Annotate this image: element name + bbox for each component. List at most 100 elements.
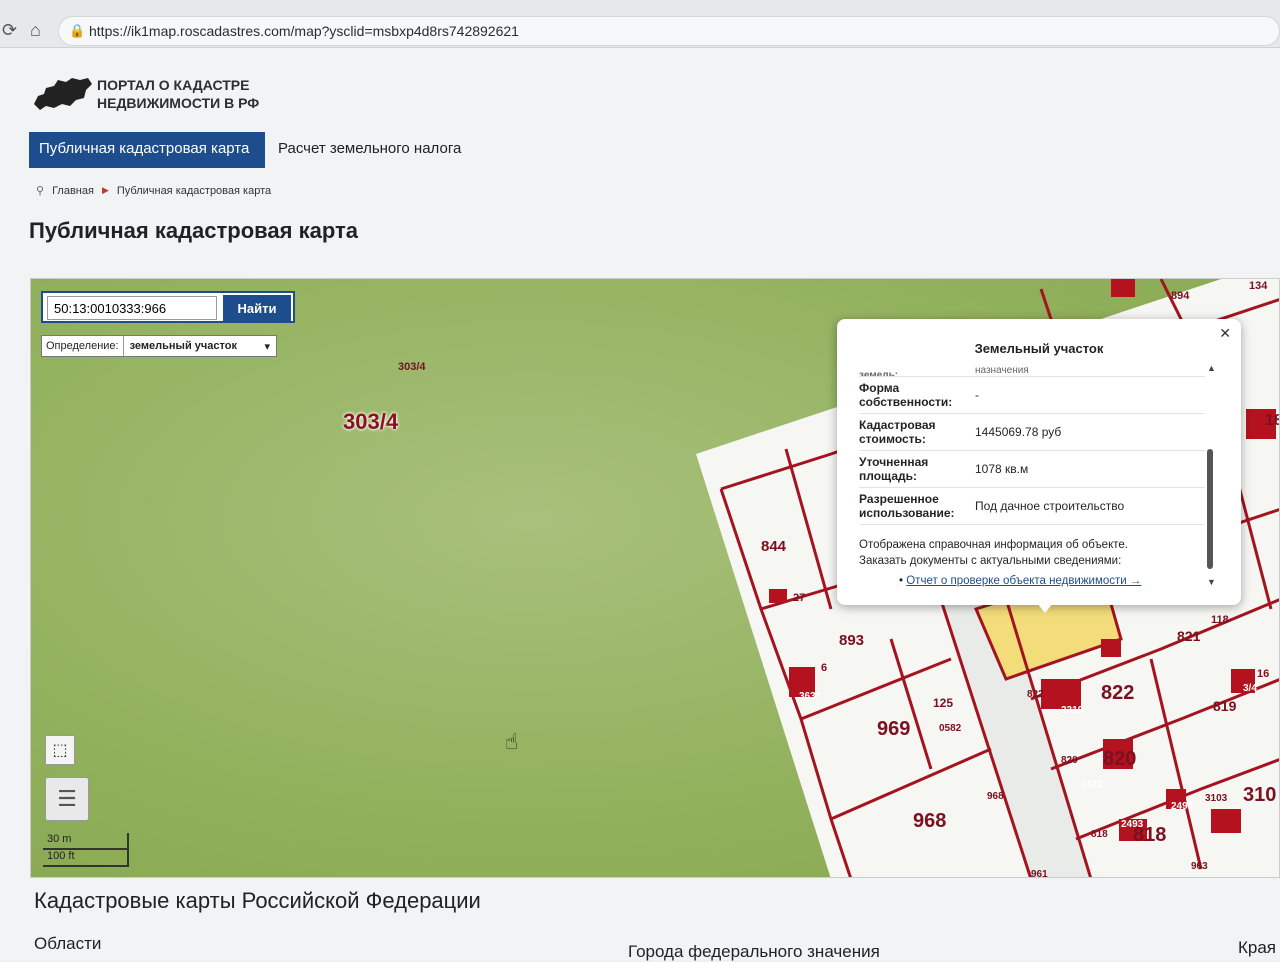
regions-heading: Области [34, 934, 102, 953]
popup-scrollbar[interactable]: ▲ ▼ [1207, 363, 1216, 587]
map-pin-icon: ⚲ [36, 185, 45, 197]
definition-value: земельный участок [129, 339, 237, 352]
search-box: Найти [41, 291, 295, 323]
parcel-label[interactable]: 969 [877, 718, 910, 740]
parcel-label[interactable]: 18 [1265, 412, 1280, 429]
scroll-down-icon[interactable]: ▼ [1207, 577, 1216, 587]
parcel-label[interactable]: 821 [1177, 628, 1201, 644]
parcel-label[interactable]: 118 [1211, 614, 1229, 626]
breadcrumb-home[interactable]: Главная [52, 185, 94, 197]
logo-text[interactable]: ПОРТАЛ О КАДАСТРЕ НЕДВИЖИМОСТИ В РФ [97, 76, 259, 112]
info-key: земель: [859, 370, 899, 377]
definition-label: Определение: [42, 336, 124, 356]
info-row-ownership: Форма собственности: - [859, 377, 1205, 414]
info-value: 1445069.78 руб [975, 425, 1062, 439]
parcel-label[interactable]: 0582 [939, 723, 962, 734]
parcel-label[interactable]: 968 [987, 791, 1004, 802]
parcel-label[interactable]: 27 [793, 592, 805, 604]
parcel-label[interactable]: 820 [1103, 748, 1136, 770]
info-text: Отображена справочная информация об объе… [859, 537, 1205, 569]
parcel-label[interactable]: 3/4 [1243, 683, 1257, 694]
chevron-down-icon: ▾ [264, 340, 270, 353]
breadcrumb: ⚲ Главная ▶ Публичная кадастровая карта [36, 184, 272, 198]
building [769, 589, 787, 603]
krais-heading: Края [1238, 938, 1277, 957]
parcel-label[interactable]: 963 [1191, 861, 1208, 872]
parcel-label[interactable]: 822 [1027, 689, 1044, 700]
parcel-label[interactable]: 820 [1061, 755, 1078, 766]
browser-toolbar: ⟳ ⌂ 🔒 https://ik1map.roscadastres.com/ma… [0, 0, 1280, 48]
info-line-1: Отображена справочная информация об объе… [859, 539, 1128, 551]
info-row-permitted-use: Разрешенное использование: Под дачное ст… [859, 488, 1205, 525]
info-value: назначения [975, 365, 1029, 376]
scale-metric: 30 m [43, 833, 129, 850]
breadcrumb-current: Публичная кадастровая карта [116, 184, 272, 197]
measure-tool-icon[interactable]: ⬚ [45, 735, 75, 765]
parcel-label[interactable]: 818 [1091, 829, 1108, 840]
parcel-label[interactable]: 134 [1249, 280, 1268, 292]
section-title: Кадастровые карты Российской Федерации [34, 888, 481, 913]
page: ПОРТАЛ О КАДАСТРЕ НЕДВИЖИМОСТИ В РФ Публ… [0, 48, 1280, 961]
parcel-label[interactable]: 2493 [1121, 819, 1144, 830]
logo-line-2: НЕДВИЖИМОСТИ В РФ [97, 95, 260, 111]
breadcrumb-separator-icon: ▶ [101, 185, 109, 195]
russia-map-logo-icon[interactable] [32, 74, 94, 114]
report-link-item: • Отчет о проверке объекта недвижимости … [899, 575, 1142, 587]
building [1101, 639, 1121, 657]
parcel-label[interactable]: 16 [1257, 668, 1269, 680]
url-text[interactable]: https://ik1map.roscadastres.com/map?yscl… [89, 23, 519, 39]
close-icon[interactable]: ✕ [1219, 325, 1231, 342]
popup-pointer [1037, 603, 1053, 613]
info-row-cadastral-value: Кадастровая стоимость: 1445069.78 руб [859, 414, 1205, 451]
parcel-label[interactable]: 3637 [799, 691, 822, 702]
parcel-label[interactable]: 125 [933, 696, 953, 710]
info-key: Кадастровая стоимость: [859, 418, 936, 446]
parcel-label[interactable]: 310 [1243, 784, 1276, 806]
parcel-label[interactable]: 894 [1171, 290, 1190, 302]
reload-icon[interactable]: ⟳ [2, 20, 17, 41]
parcel-label[interactable]: 893 [839, 632, 864, 649]
info-row-cut: земель: назначения [859, 365, 1205, 377]
cadastral-number-input[interactable] [47, 296, 217, 320]
info-value: - [975, 388, 979, 402]
parcel-label-big[interactable]: 303/4 [343, 409, 398, 435]
definition-select[interactable]: Определение: земельный участок ▾ [41, 335, 277, 357]
scroll-up-icon[interactable]: ▲ [1207, 363, 1216, 373]
find-button[interactable]: Найти [223, 295, 291, 321]
layers-icon[interactable]: ☰ [45, 777, 89, 821]
tab-land-tax-calc[interactable]: Расчет земельного налога [278, 132, 461, 157]
parcel-label-small[interactable]: 303/4 [398, 361, 426, 373]
parcel-label[interactable]: 130 [1114, 279, 1132, 282]
parcel-label[interactable]: 844 [761, 538, 787, 555]
parcel-label[interactable]: 3103 [1205, 793, 1228, 804]
tab-public-cadastral-map[interactable]: Публичная кадастровая карта [29, 132, 265, 168]
logo-line-1: ПОРТАЛ О КАДАСТРЕ [97, 77, 250, 93]
parcel-label[interactable]: 2494 [1171, 801, 1194, 812]
info-line-2: Заказать документы с актуальными сведени… [859, 555, 1122, 567]
parcel-label[interactable]: 2412 [1081, 779, 1104, 790]
lock-icon: 🔒 [69, 23, 86, 38]
info-key: Уточненная площадь: [859, 455, 929, 483]
property-check-report-link[interactable]: Отчет о проверке объекта недвижимости → [906, 575, 1141, 587]
page-title: Публичная кадастровая карта [29, 218, 358, 243]
parcel-label[interactable]: 961 [1031, 869, 1048, 878]
parcel-label[interactable]: 968 [913, 810, 946, 832]
hand-cursor-icon: ☝ [505, 729, 519, 754]
info-key: Разрешенное использование: [859, 492, 955, 520]
info-key: Форма собственности: [859, 381, 953, 409]
parcel-label[interactable]: 2310 [1061, 705, 1084, 716]
cadastral-map[interactable]: 844 27 893 6 3637 125 969 0582 968 968 1… [30, 278, 1280, 878]
parcel-label[interactable]: 819 [1213, 698, 1237, 714]
parcel-info-popup: ✕ Земельный участок земель: назначения Ф… [837, 319, 1241, 613]
scrollbar-thumb[interactable] [1207, 449, 1213, 569]
parcel-label[interactable]: 822 [1101, 682, 1134, 704]
home-icon[interactable]: ⌂ [30, 20, 41, 41]
definition-dropdown[interactable]: земельный участок ▾ [124, 340, 276, 353]
popup-title: Земельный участок [974, 341, 1104, 356]
info-value: 1078 кв.м [975, 462, 1029, 476]
address-bar[interactable]: 🔒 https://ik1map.roscadastres.com/map?ys… [58, 16, 1280, 46]
info-value: Под дачное строительство [975, 499, 1125, 513]
info-row-area: Уточненная площадь: 1078 кв.м [859, 451, 1205, 488]
parcel-label[interactable]: 6 [821, 662, 827, 674]
scale-bar: 30 m 100 ft [43, 833, 129, 867]
